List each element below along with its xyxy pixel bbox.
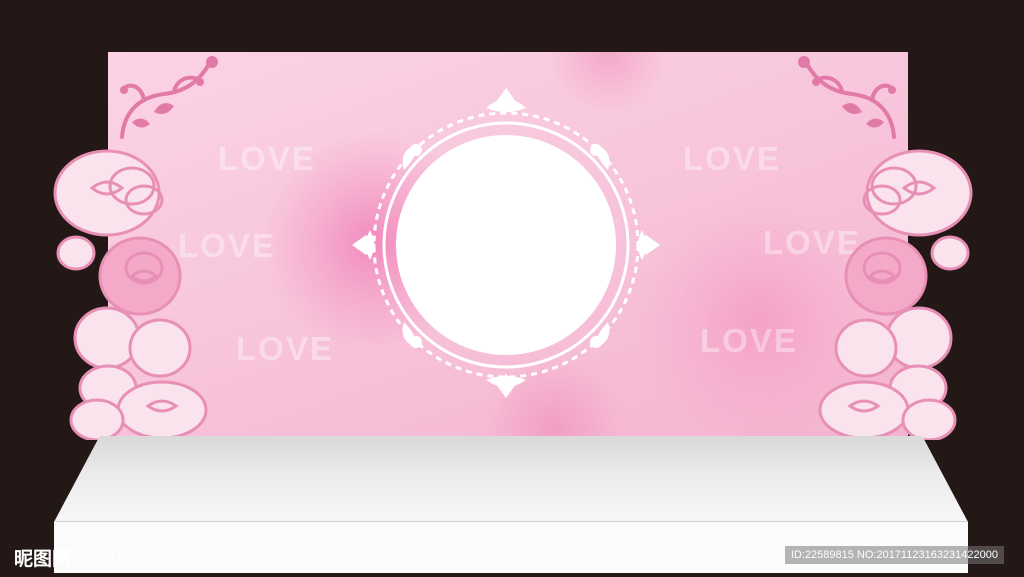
circular-frame	[352, 88, 660, 398]
rose-cluster-left	[53, 149, 208, 440]
stage-platform-top	[54, 436, 968, 522]
corner-ornament-left	[120, 56, 218, 139]
frame-center	[396, 135, 616, 355]
love-text: LOVE	[218, 140, 316, 177]
love-text: LOVE	[236, 330, 334, 367]
rose-cluster-right	[818, 149, 973, 440]
backdrop-panel: LOVE LOVE LOVE LOVE LOVE LOVE	[108, 52, 908, 438]
watermark-left: 昵图网 www.nipic.com	[14, 545, 185, 570]
love-text: LOVE	[700, 322, 798, 359]
watermark-url: www.nipic.com	[79, 548, 185, 565]
wedding-backdrop-scene: LOVE LOVE LOVE LOVE LOVE LOVE 昵图网 www.ni…	[0, 0, 1024, 577]
corner-ornament-right	[798, 56, 896, 139]
love-text: LOVE	[683, 140, 781, 177]
watermark-logo: 昵图网	[14, 547, 72, 570]
watermark-id: ID:22589815 NO:20171123163231422000	[784, 546, 1004, 564]
